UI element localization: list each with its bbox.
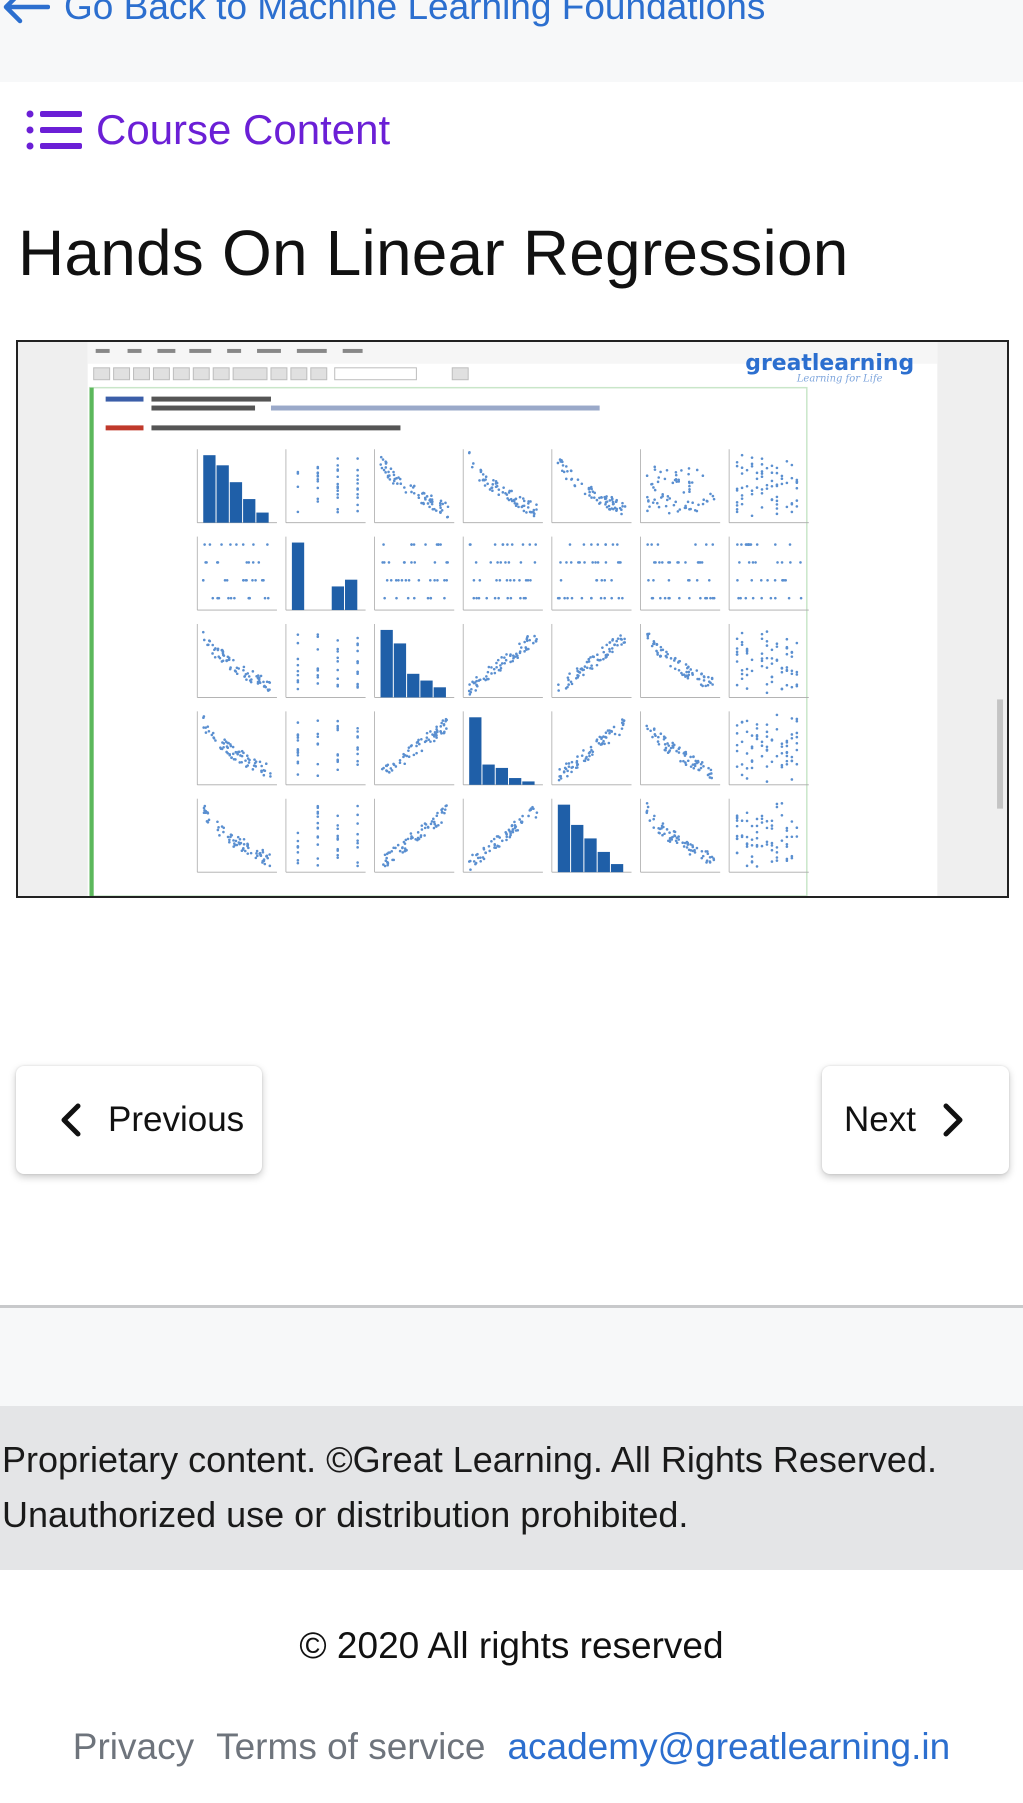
- menu-bar: [95, 348, 363, 353]
- terms-link[interactable]: Terms of service: [216, 1726, 485, 1768]
- chevron-right-icon: [943, 1103, 963, 1137]
- list-icon: [26, 110, 82, 150]
- privacy-link[interactable]: Privacy: [73, 1726, 194, 1768]
- arrow-left-icon: [3, 0, 50, 24]
- back-link-label: Go Back to Machine Learning Foundations: [64, 0, 766, 27]
- page-title: Hands On Linear Regression: [18, 217, 849, 289]
- proprietary-notice: Proprietary content. ©Great Learning. Al…: [0, 1406, 1023, 1570]
- next-button-label: Next: [844, 1100, 916, 1139]
- previous-button-label: Previous: [108, 1100, 245, 1139]
- top-bar: Go Back to Machine Learning Foundations: [0, 0, 1023, 82]
- course-content-button[interactable]: Course Content: [26, 106, 390, 154]
- chevron-left-icon: [61, 1103, 81, 1137]
- next-button[interactable]: Next: [822, 1066, 1009, 1174]
- footer-links: Privacy Terms of service academy@greatle…: [0, 1726, 1023, 1768]
- spacer-band: [0, 1308, 1023, 1406]
- brand-tagline: Learning for Life: [796, 374, 883, 385]
- copyright-text: © 2020 All rights reserved: [299, 1625, 724, 1666]
- email-link[interactable]: academy@greatlearning.in: [507, 1726, 950, 1768]
- video-player[interactable]: greatlearning Learning for Life: [16, 340, 1009, 898]
- notice-line-1: Proprietary content. ©Great Learning. Al…: [2, 1439, 937, 1480]
- brand-watermark: greatlearning: [745, 351, 914, 376]
- notice-line-2: Unauthorized use or distribution prohibi…: [2, 1494, 689, 1535]
- previous-button[interactable]: Previous: [16, 1066, 262, 1174]
- video-frame: greatlearning Learning for Life: [18, 342, 1007, 896]
- toolbar: [93, 367, 469, 381]
- course-content-label: Course Content: [96, 106, 391, 153]
- back-link[interactable]: Go Back to Machine Learning Foundations: [0, 0, 765, 28]
